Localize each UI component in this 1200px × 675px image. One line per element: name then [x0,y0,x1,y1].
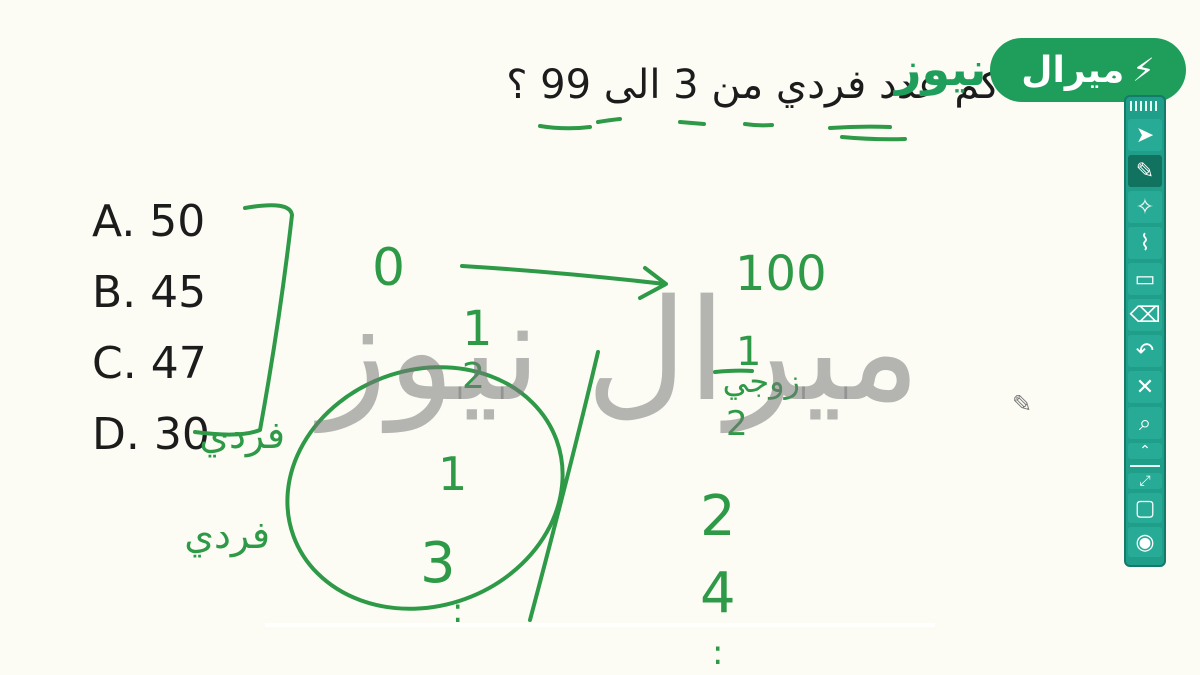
toolbar-grip-handle[interactable] [1130,101,1160,111]
clear-tool-icon[interactable]: ✕ [1128,371,1162,403]
eraser-tool-icon[interactable]: ⌫ [1128,299,1162,331]
playback-bar[interactable] [265,623,935,627]
underline-fardi-2 [840,135,907,142]
toolbar-divider [1130,465,1160,467]
option-b: B. 45 [92,267,207,318]
note-tool-icon[interactable]: ▭ [1128,263,1162,295]
brand-logo: ⚡ ميرال [990,38,1186,102]
underline-99 [538,124,592,131]
whiteboard-canvas[interactable]: كم عدد فردي من 3 الى 99 ؟ A. 50 B. 45 C.… [0,0,1200,675]
underline-min [743,122,774,128]
option-d: D. 30 [92,409,210,460]
bolt-icon: ⚡ [1132,51,1155,89]
select-tool-icon[interactable]: ➤ [1128,119,1162,151]
screen-tool-icon[interactable]: ▢ [1128,493,1162,523]
collapse-tool-icon[interactable]: ⌃ [1128,443,1162,459]
underline-ila [596,117,622,124]
ink-dots-right: : [712,633,723,673]
record-tool-icon[interactable]: ◉ [1128,527,1162,557]
option-c: C. 47 [92,338,207,389]
underline-fardi-1 [828,124,892,130]
option-a: A. 50 [92,196,206,247]
resize-tool-icon[interactable]: ⤢ [1128,473,1162,489]
ink-one-mid: 1 [438,447,467,501]
magic-pen-tool-icon[interactable]: ✧ [1128,191,1162,223]
ink-fardi-top: فردي [199,413,285,458]
pen-tool-icon[interactable]: ✎ [1128,155,1162,187]
ink-fardi-bottom: فردي [184,513,270,558]
pencil-cursor-icon: ✎ [1012,390,1033,418]
watermark-text: ميرال نيوز [320,270,921,433]
answer-options: A. 50 B. 45 C. 47 D. 30 [92,186,210,470]
highlighter-tool-icon[interactable]: ⌇ [1128,227,1162,259]
ink-four: 4 [700,561,736,626]
drawing-toolbar: ➤ ✎ ✧ ⌇ ▭ ⌫ ↶ ✕ ⌕ ⌃ ⤢ ▢ ◉ [1124,95,1166,567]
zoom-tool-icon[interactable]: ⌕ [1128,407,1162,439]
undo-tool-icon[interactable]: ↶ [1128,335,1162,367]
underline-3 [678,120,706,126]
ink-two-bottom: 2 [700,484,736,549]
ink-three: 3 [420,531,456,596]
logo-main-text: ميرال [1021,49,1125,91]
logo-tail-text: نيوز [895,42,987,96]
